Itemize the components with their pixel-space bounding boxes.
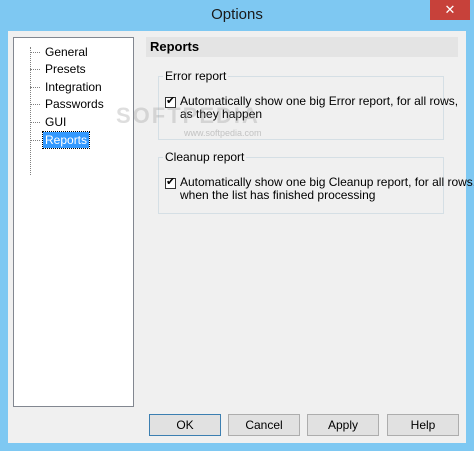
tree-item-label: General [45, 45, 88, 59]
tree-item-label: Integration [45, 80, 102, 94]
tree-connector [30, 87, 40, 88]
tree-connector [30, 104, 40, 105]
close-button[interactable]: ✕ [430, 0, 470, 20]
options-window: Options ✕ General Presets Integration Pa… [0, 0, 474, 451]
tree-connector-line [30, 47, 31, 175]
reports-panel: Reports Error report ✔ Automatically sho… [146, 37, 474, 400]
tree-connector [30, 122, 40, 123]
tree-connector [30, 140, 40, 141]
cleanup-report-group: Cleanup report ✔ Automatically show one … [158, 150, 474, 214]
window-title: Options [211, 6, 263, 23]
tree-item-label: Presets [45, 62, 86, 76]
tree-connector [30, 69, 40, 70]
panel-header: Reports [146, 37, 458, 57]
group-label: Error report [163, 69, 229, 83]
tree-item-label: GUI [45, 115, 67, 129]
tree-connector [30, 52, 40, 53]
checkbox-text-line[interactable]: when the list has finished processing [180, 189, 375, 202]
tree-item-label: Reports [41, 131, 91, 149]
cleanup-report-checkbox[interactable]: ✔ [165, 176, 176, 189]
apply-button[interactable]: Apply [307, 414, 379, 436]
check-icon: ✔ [166, 176, 176, 188]
watermark-text: SOFTPEDIA [116, 103, 260, 128]
watermark-url: www.softpedia.com [184, 128, 262, 138]
watermark: SOFTPEDIA [116, 103, 260, 129]
tree-item-label: Passwords [45, 97, 104, 111]
options-tree[interactable]: General Presets Integration Passwords GU… [13, 37, 134, 407]
cancel-button[interactable]: Cancel [228, 414, 300, 436]
help-button[interactable]: Help [387, 414, 459, 436]
close-icon: ✕ [444, 2, 456, 17]
ok-button[interactable]: OK [149, 414, 221, 436]
title-bar[interactable]: Options ✕ [0, 0, 474, 30]
group-label: Cleanup report [163, 150, 247, 164]
dialog-client-area: General Presets Integration Passwords GU… [8, 31, 474, 443]
